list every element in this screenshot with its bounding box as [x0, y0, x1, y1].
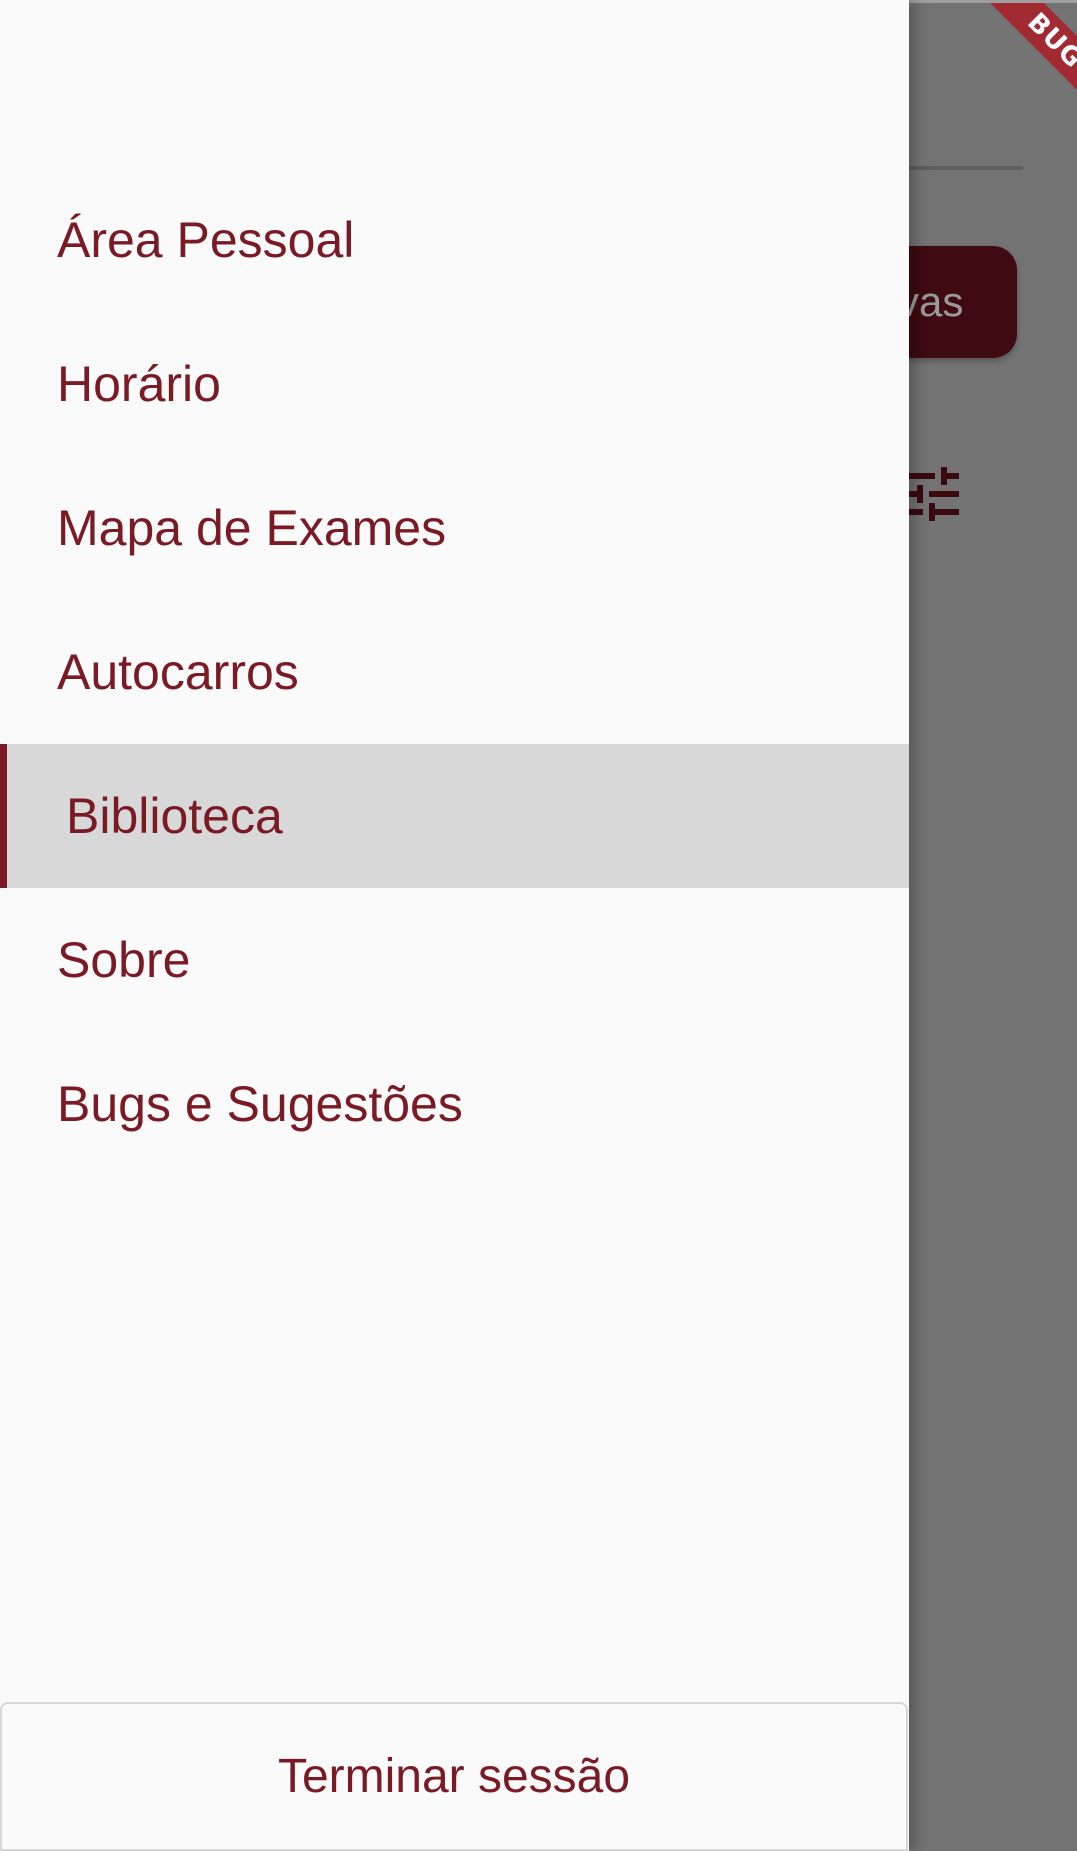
drawer-item-mapa-de-exames[interactable]: Mapa de Exames — [0, 456, 909, 600]
debug-banner-label: BUG — [963, 0, 1077, 133]
drawer-item-autocarros[interactable]: Autocarros — [0, 600, 909, 744]
logout-button[interactable]: Terminar sessão — [0, 1702, 908, 1851]
drawer-item-area-pessoal[interactable]: Área Pessoal — [0, 168, 909, 312]
drawer-item-biblioteca[interactable]: Biblioteca — [0, 744, 909, 888]
debug-banner: BUG — [927, 0, 1077, 150]
drawer-item-sobre[interactable]: Sobre — [0, 888, 909, 1032]
drawer-item-horario[interactable]: Horário — [0, 312, 909, 456]
background-divider — [909, 166, 1023, 170]
navigation-drawer: Área Pessoal Horário Mapa de Exames Auto… — [0, 0, 909, 1851]
drawer-menu: Área Pessoal Horário Mapa de Exames Auto… — [0, 168, 909, 1176]
drawer-item-bugs-e-sugestoes[interactable]: Bugs e Sugestões — [0, 1032, 909, 1176]
